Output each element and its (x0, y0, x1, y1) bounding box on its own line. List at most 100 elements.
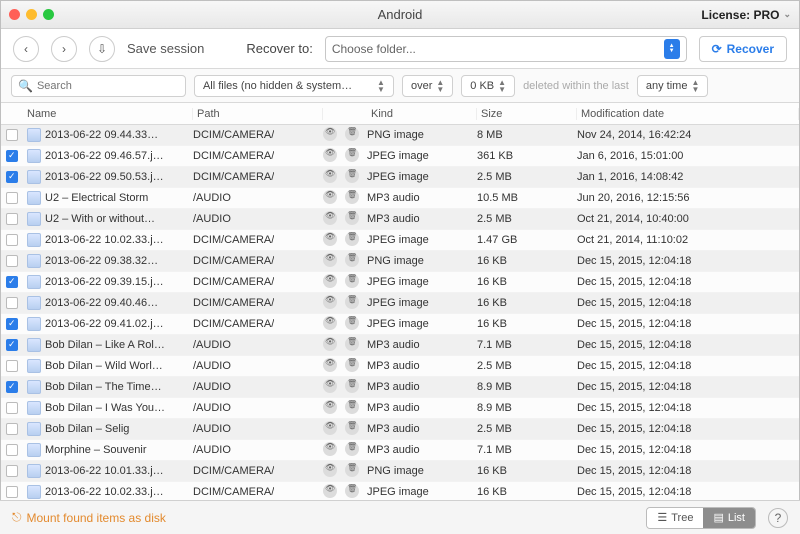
column-size[interactable]: Size (477, 108, 577, 120)
trash-icon[interactable] (345, 274, 359, 288)
preview-icon[interactable] (323, 421, 337, 435)
table-row[interactable]: Bob Dilan – Wild Worl…/AUDIOMP3 audio2.5… (1, 356, 799, 377)
save-session-button[interactable]: Save session (127, 41, 204, 56)
choose-folder-dropdown[interactable]: Choose folder... ▲▼ (325, 36, 687, 62)
size-value-dropdown[interactable]: 0 KB ▲▼ (461, 75, 515, 97)
chevron-down-icon[interactable]: ⌄ (783, 9, 791, 20)
table-row[interactable]: Bob Dilan – Like A Rol…/AUDIOMP3 audio7.… (1, 335, 799, 356)
table-row[interactable]: Bob Dilan – Selig/AUDIOMP3 audio2.5 MBDe… (1, 419, 799, 440)
row-checkbox[interactable] (6, 255, 18, 267)
table-row[interactable]: 2013-06-22 09.39.15.j…DCIM/CAMERA/JPEG i… (1, 272, 799, 293)
trash-icon[interactable] (345, 484, 359, 498)
trash-icon[interactable] (345, 442, 359, 456)
trash-icon[interactable] (345, 463, 359, 477)
trash-icon[interactable] (345, 337, 359, 351)
row-checkbox[interactable] (6, 276, 18, 288)
minimize-icon[interactable] (26, 9, 37, 20)
preview-icon[interactable] (323, 463, 337, 477)
row-checkbox[interactable] (6, 171, 18, 183)
trash-icon[interactable] (345, 169, 359, 183)
table-row[interactable]: 2013-06-22 09.40.46…DCIM/CAMERA/JPEG ima… (1, 293, 799, 314)
trash-icon[interactable] (345, 127, 359, 141)
tree-view-button[interactable]: ☰ Tree (647, 508, 703, 528)
row-checkbox[interactable] (6, 150, 18, 162)
file-name: U2 – Electrical Storm (45, 192, 148, 204)
trash-icon[interactable] (345, 148, 359, 162)
trash-icon[interactable] (345, 232, 359, 246)
row-checkbox[interactable] (6, 402, 18, 414)
row-checkbox[interactable] (6, 339, 18, 351)
list-view-button[interactable]: ▤ List (703, 508, 755, 528)
preview-icon[interactable] (323, 484, 337, 498)
save-session-icon[interactable]: ⇩ (89, 36, 115, 62)
preview-icon[interactable] (323, 148, 337, 162)
preview-icon[interactable] (323, 190, 337, 204)
recover-button[interactable]: ⟳ Recover (699, 36, 787, 62)
help-button[interactable]: ? (768, 508, 788, 528)
trash-icon[interactable] (345, 211, 359, 225)
file-path: /AUDIO (193, 339, 231, 351)
trash-icon[interactable] (345, 358, 359, 372)
search-input[interactable] (37, 80, 179, 92)
size-op-dropdown[interactable]: over ▲▼ (402, 75, 453, 97)
file-mod-date: Dec 15, 2015, 12:04:18 (577, 276, 799, 288)
trash-icon[interactable] (345, 295, 359, 309)
file-mod-date: Dec 15, 2015, 12:04:18 (577, 465, 799, 477)
trash-icon[interactable] (345, 316, 359, 330)
table-row[interactable]: U2 – With or without…/AUDIOMP3 audio2.5 … (1, 209, 799, 230)
preview-icon[interactable] (323, 379, 337, 393)
preview-icon[interactable] (323, 211, 337, 225)
preview-icon[interactable] (323, 274, 337, 288)
trash-icon[interactable] (345, 400, 359, 414)
table-row[interactable]: U2 – Electrical Storm/AUDIOMP3 audio10.5… (1, 188, 799, 209)
row-checkbox[interactable] (6, 423, 18, 435)
table-row[interactable]: 2013-06-22 09.41.02.j…DCIM/CAMERA/JPEG i… (1, 314, 799, 335)
column-kind[interactable]: Kind (367, 108, 477, 120)
trash-icon[interactable] (345, 379, 359, 393)
row-checkbox[interactable] (6, 192, 18, 204)
preview-icon[interactable] (323, 169, 337, 183)
preview-icon[interactable] (323, 400, 337, 414)
preview-icon[interactable] (323, 358, 337, 372)
table-row[interactable]: 2013-06-22 10.02.33.j…DCIM/CAMERA/JPEG i… (1, 230, 799, 251)
table-row[interactable]: Morphine – Souvenir/AUDIOMP3 audio7.1 MB… (1, 440, 799, 461)
mount-button[interactable]: ⎋ Mount found items as disk (12, 510, 166, 525)
forward-button[interactable]: › (51, 36, 77, 62)
row-checkbox[interactable] (6, 360, 18, 372)
table-row[interactable]: 2013-06-22 09.50.53.j…DCIM/CAMERA/JPEG i… (1, 167, 799, 188)
table-row[interactable]: 2013-06-22 10.01.33.j…DCIM/CAMERA/PNG im… (1, 461, 799, 482)
trash-icon[interactable] (345, 190, 359, 204)
preview-icon[interactable] (323, 337, 337, 351)
preview-icon[interactable] (323, 442, 337, 456)
column-modification-date[interactable]: Modification date (577, 108, 799, 120)
preview-icon[interactable] (323, 253, 337, 267)
table-row[interactable]: 2013-06-22 09.44.33…DCIM/CAMERA/PNG imag… (1, 125, 799, 146)
row-checkbox[interactable] (6, 444, 18, 456)
row-checkbox[interactable] (6, 297, 18, 309)
preview-icon[interactable] (323, 127, 337, 141)
column-name[interactable]: Name (23, 108, 193, 120)
row-checkbox[interactable] (6, 234, 18, 246)
time-filter-dropdown[interactable]: any time ▲▼ (637, 75, 709, 97)
row-checkbox[interactable] (6, 318, 18, 330)
trash-icon[interactable] (345, 253, 359, 267)
row-checkbox[interactable] (6, 486, 18, 498)
preview-icon[interactable] (323, 316, 337, 330)
table-row[interactable]: Bob Dilan – The Time…/AUDIOMP3 audio8.9 … (1, 377, 799, 398)
search-box[interactable]: 🔍 (11, 75, 186, 97)
trash-icon[interactable] (345, 421, 359, 435)
table-row[interactable]: Bob Dilan – I Was You…/AUDIOMP3 audio8.9… (1, 398, 799, 419)
close-icon[interactable] (9, 9, 20, 20)
row-checkbox[interactable] (6, 129, 18, 141)
preview-icon[interactable] (323, 295, 337, 309)
table-row[interactable]: 2013-06-22 09.38.32…DCIM/CAMERA/PNG imag… (1, 251, 799, 272)
file-filter-dropdown[interactable]: All files (no hidden & system… ▲▼ (194, 75, 394, 97)
row-checkbox[interactable] (6, 381, 18, 393)
column-path[interactable]: Path (193, 108, 323, 120)
table-row[interactable]: 2013-06-22 09.46.57.j…DCIM/CAMERA/JPEG i… (1, 146, 799, 167)
back-button[interactable]: ‹ (13, 36, 39, 62)
row-checkbox[interactable] (6, 465, 18, 477)
row-checkbox[interactable] (6, 213, 18, 225)
maximize-icon[interactable] (43, 9, 54, 20)
preview-icon[interactable] (323, 232, 337, 246)
